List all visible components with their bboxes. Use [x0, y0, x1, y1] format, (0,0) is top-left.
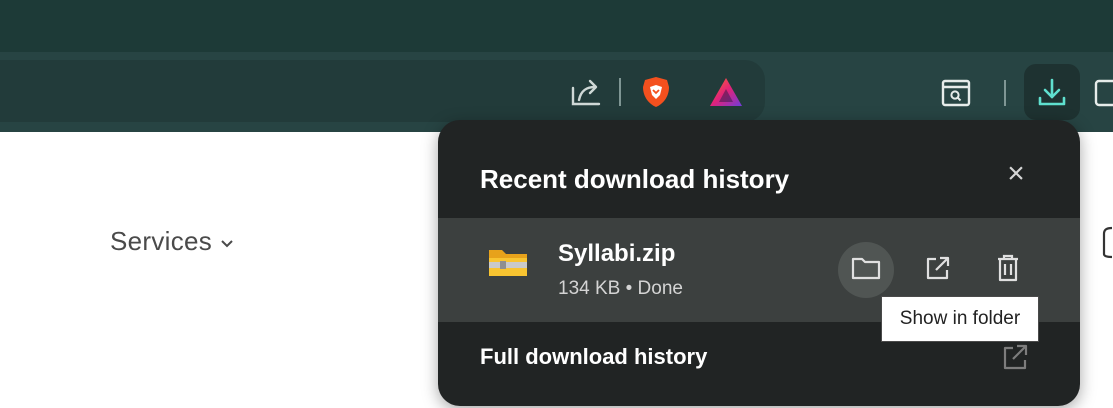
popup-title: Recent download history: [480, 164, 790, 194]
title-bar: [0, 0, 1113, 52]
delete-button[interactable]: [980, 242, 1036, 298]
reader-mode-icon[interactable]: [936, 74, 976, 112]
zip-file-icon: [486, 242, 530, 287]
downloads-icon[interactable]: [1030, 72, 1074, 114]
cart-icon[interactable]: [1100, 224, 1113, 265]
folder-icon: [851, 255, 881, 286]
full-download-history-link[interactable]: Full download history: [480, 344, 707, 370]
open-external-icon[interactable]: [1000, 342, 1030, 377]
trash-icon: [995, 253, 1021, 288]
open-external-icon: [924, 254, 952, 287]
chevron-down-icon: [220, 233, 234, 254]
downloads-popup: Recent download history × Syllabi.zip 13…: [438, 120, 1080, 406]
nav-services-label: Services: [110, 226, 213, 256]
brave-rewards-icon[interactable]: [704, 72, 748, 112]
close-button[interactable]: ×: [998, 156, 1034, 192]
close-icon: ×: [1007, 157, 1025, 190]
share-icon[interactable]: [566, 74, 606, 110]
tooltip: Show in folder: [881, 296, 1039, 342]
sidebar-icon[interactable]: [1094, 74, 1113, 112]
download-file-name: Syllabi.zip: [558, 240, 676, 267]
toolbar-separator: [1004, 80, 1006, 106]
brave-shields-icon[interactable]: [636, 72, 676, 112]
open-file-button[interactable]: [910, 242, 966, 298]
nav-services[interactable]: Services: [110, 226, 234, 257]
download-file-meta: 134 KB • Done: [558, 278, 683, 299]
toolbar-separator: [619, 78, 621, 106]
tooltip-text: Show in folder: [899, 308, 1021, 329]
show-in-folder-button[interactable]: [838, 242, 894, 298]
